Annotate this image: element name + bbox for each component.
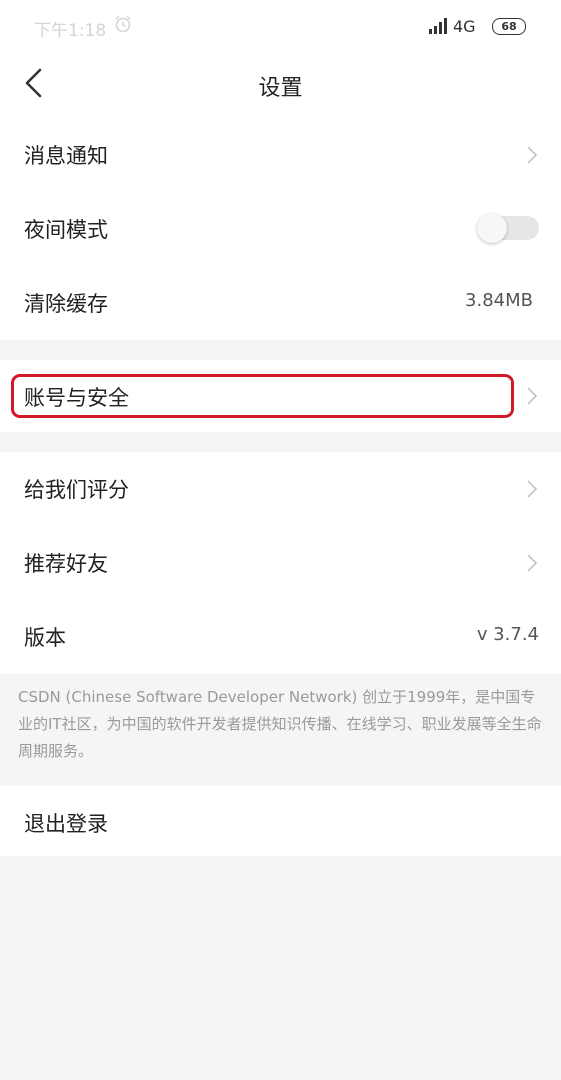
- settings-section-about: 给我们评分 推荐好友 版本 v 3.7.4: [0, 452, 561, 674]
- page-title: 设置: [258, 76, 303, 101]
- chevron-right-icon: [527, 554, 538, 572]
- status-bar: 下午1:18 4G 68: [0, 0, 561, 52]
- signal-strength-icon: [429, 18, 447, 34]
- settings-row-label: 推荐好友: [24, 552, 108, 576]
- settings-row-label: 清除缓存: [24, 292, 108, 316]
- version-value: v 3.7.4: [476, 624, 539, 645]
- alarm-clock-icon: [115, 15, 131, 33]
- settings-row-rate-us[interactable]: 给我们评分: [0, 452, 561, 526]
- chevron-right-icon: [527, 387, 538, 405]
- settings-row-label: 夜间模式: [24, 218, 108, 242]
- settings-row-night-mode: 夜间模式: [0, 192, 561, 266]
- toggle-knob: [477, 213, 507, 243]
- chevron-right-icon: [527, 480, 538, 498]
- night-mode-toggle[interactable]: [477, 213, 539, 243]
- settings-row-label: 给我们评分: [24, 478, 129, 502]
- settings-row-label: 消息通知: [24, 144, 108, 168]
- logout-label: 退出登录: [24, 812, 108, 836]
- status-time: 下午1:18: [34, 21, 107, 41]
- cache-size-value: 3.84MB: [465, 290, 533, 311]
- settings-row-recommend-friends[interactable]: 推荐好友: [0, 526, 561, 600]
- settings-row-version: 版本 v 3.7.4: [0, 600, 561, 674]
- settings-row-label: 版本: [24, 626, 66, 650]
- highlight-box: [11, 374, 514, 418]
- settings-section-general: 消息通知 夜间模式 清除缓存 3.84MB: [0, 118, 561, 340]
- nav-bar: 设置: [0, 52, 561, 118]
- about-description: CSDN (Chinese Software Developer Network…: [18, 688, 542, 760]
- chevron-right-icon: [527, 146, 538, 164]
- settings-row-clear-cache[interactable]: 清除缓存 3.84MB: [0, 266, 561, 340]
- logout-button[interactable]: 退出登录: [0, 786, 561, 856]
- battery-icon: 68: [492, 18, 526, 35]
- settings-row-notifications[interactable]: 消息通知: [0, 118, 561, 192]
- network-type: 4G: [453, 17, 476, 36]
